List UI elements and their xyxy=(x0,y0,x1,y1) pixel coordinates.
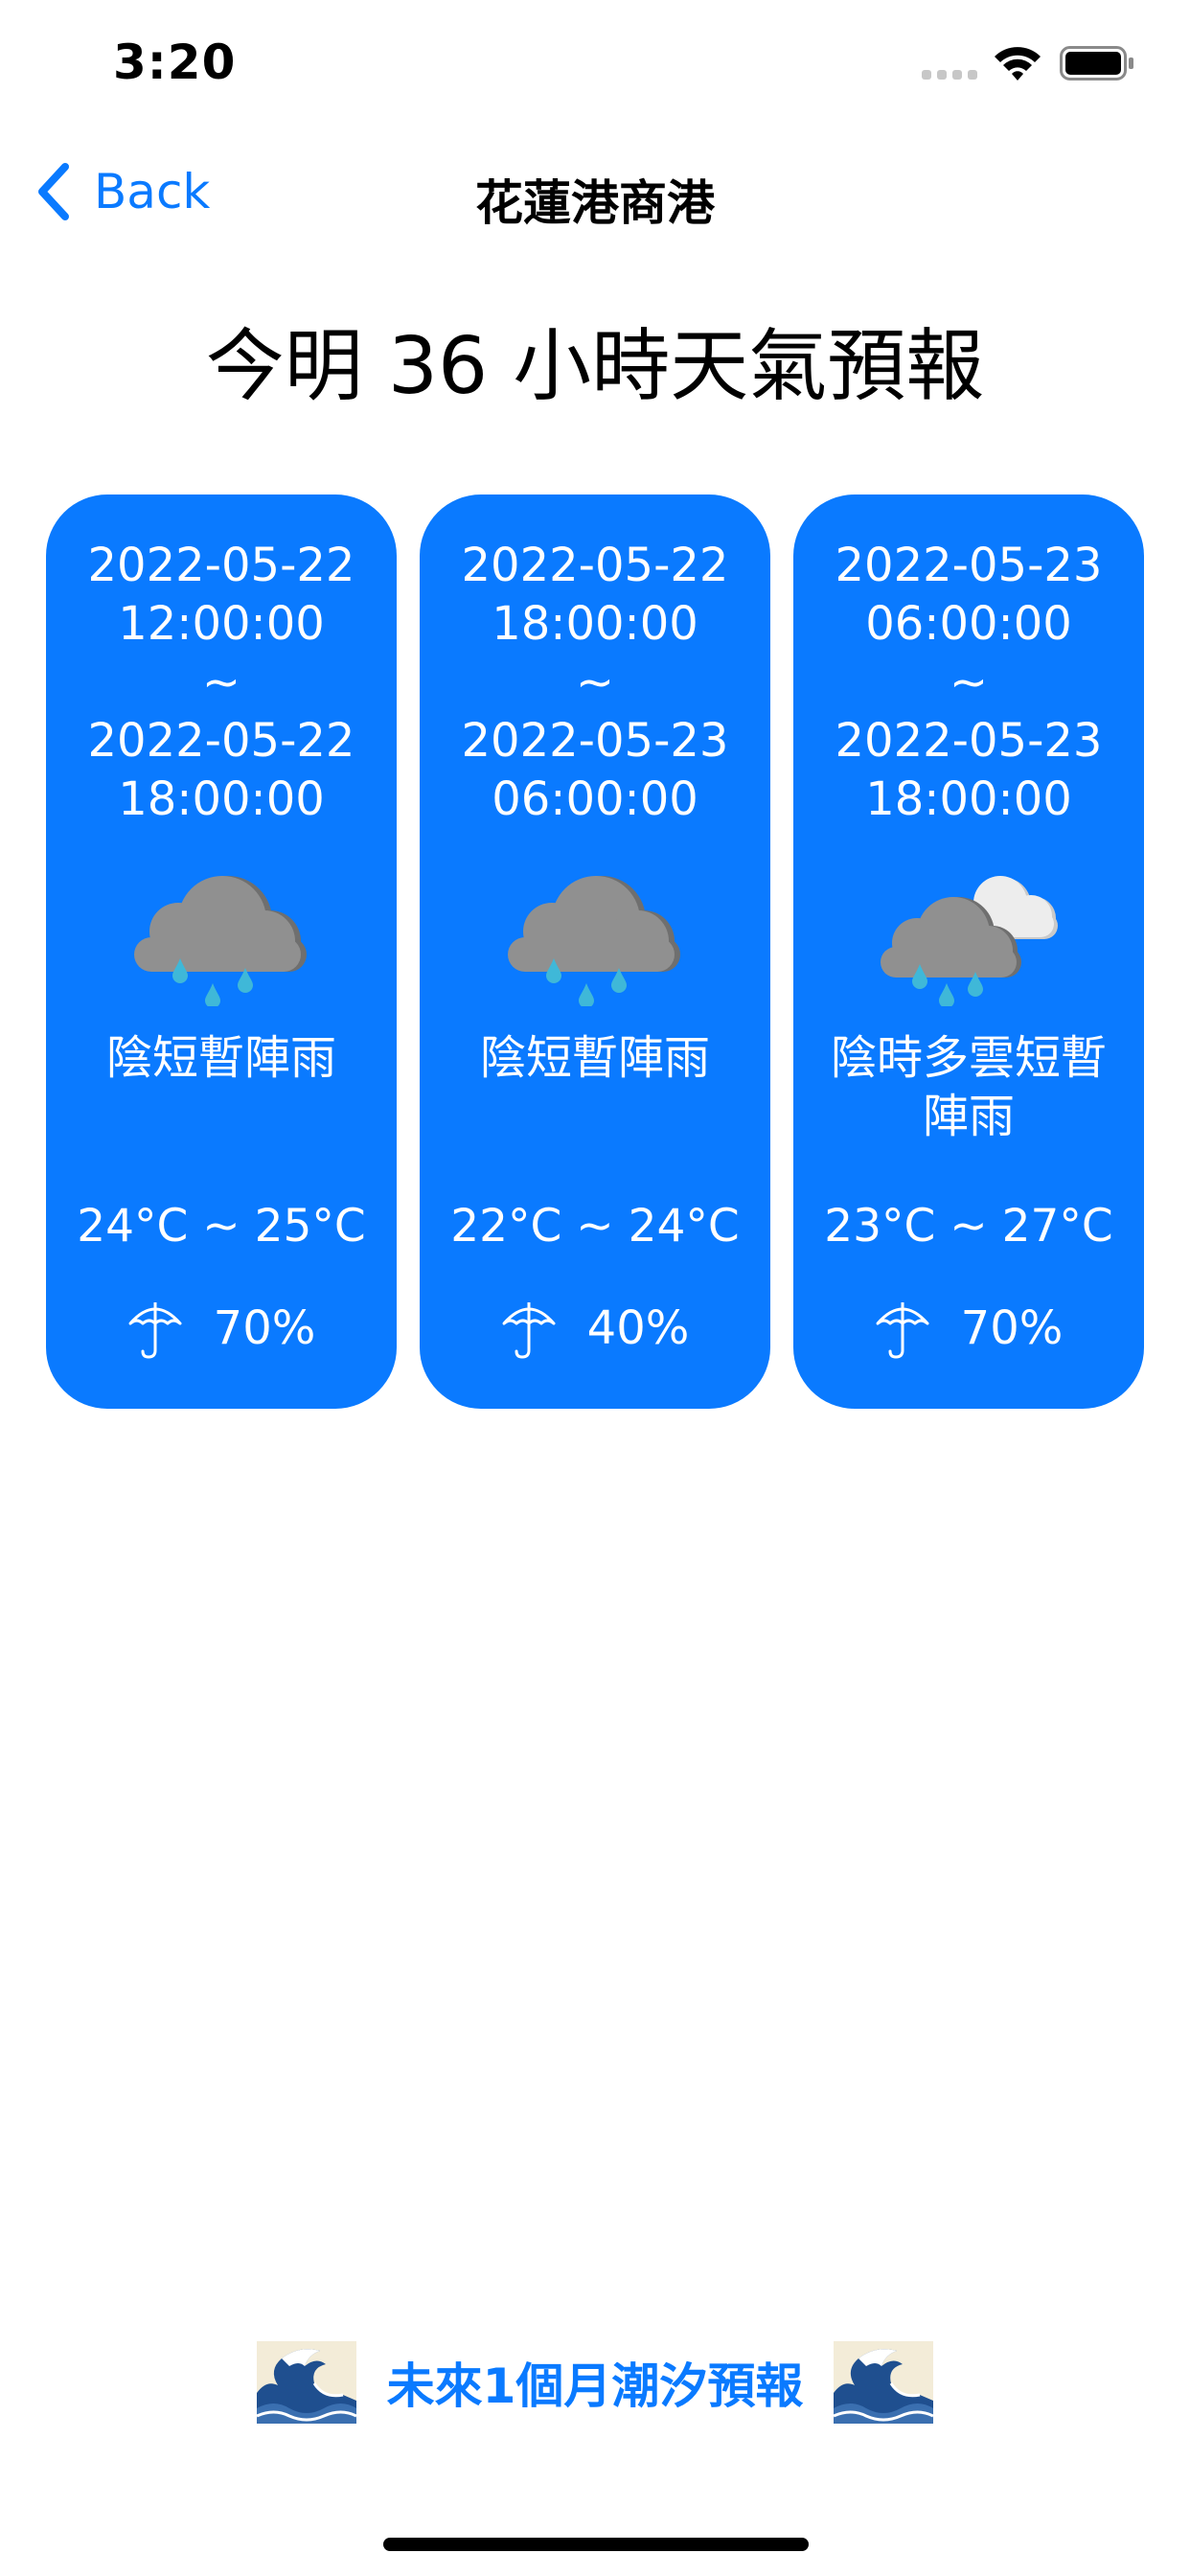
umbrella-icon xyxy=(876,1302,929,1359)
end-time: 06:00:00 xyxy=(492,772,698,826)
status-time: 3:20 xyxy=(113,34,237,90)
cellular-signal-icon xyxy=(922,70,977,80)
rain-cloud-icon xyxy=(508,876,680,1006)
forecast-period: 2022-05-22 18:00:00 ~ 2022-05-23 06:00:0… xyxy=(420,537,770,829)
wave-icon xyxy=(834,2341,934,2424)
battery-icon xyxy=(1060,46,1133,80)
start-date: 2022-05-23 xyxy=(835,539,1103,592)
end-time: 18:00:00 xyxy=(865,772,1072,826)
cloudy-rain-icon xyxy=(881,876,1058,1006)
end-date: 2022-05-23 xyxy=(835,714,1103,768)
rain-probability: 70% xyxy=(793,1290,1144,1367)
page-title: 今明 36 小時天氣預報 xyxy=(205,321,985,412)
umbrella-icon xyxy=(502,1302,556,1359)
weather-description: 陰時多雲短暫陣雨 xyxy=(830,1031,1107,1143)
weather-description: 陰短暫陣雨 xyxy=(105,1031,336,1085)
nav-title: 花蓮港商港 xyxy=(475,175,715,231)
rain-probability-value: 70% xyxy=(960,1301,1064,1355)
wave-icon xyxy=(256,2341,356,2424)
home-indicator[interactable] xyxy=(383,2538,809,2551)
rain-probability-value: 40% xyxy=(586,1301,690,1355)
period-separator: ~ xyxy=(201,656,241,709)
rain-probability: 70% xyxy=(46,1290,397,1367)
start-date: 2022-05-22 xyxy=(87,539,355,592)
period-separator: ~ xyxy=(949,656,989,709)
forecast-period: 2022-05-22 12:00:00 ~ 2022-05-22 18:00:0… xyxy=(46,537,397,829)
wifi-icon xyxy=(995,47,1041,80)
umbrella-icon xyxy=(128,1302,182,1359)
start-time: 18:00:00 xyxy=(492,597,698,651)
end-date: 2022-05-22 xyxy=(87,714,355,768)
period-separator: ~ xyxy=(575,656,615,709)
end-date: 2022-05-23 xyxy=(461,714,729,768)
weather-description: 陰短暫陣雨 xyxy=(479,1031,710,1085)
tide-forecast-button[interactable]: 未來1個月潮汐預報 xyxy=(0,2334,1190,2430)
rain-probability: 40% xyxy=(420,1290,770,1367)
start-date: 2022-05-22 xyxy=(461,539,729,592)
temperature-range: 22°C ~ 24°C xyxy=(450,1200,740,1253)
status-bar: 3:20 xyxy=(0,0,1190,134)
temperature-range: 23°C ~ 27°C xyxy=(824,1200,1113,1253)
start-time: 06:00:00 xyxy=(865,597,1072,651)
forecast-card: 2022-05-23 06:00:00 ~ 2022-05-23 18:00:0… xyxy=(793,494,1144,1409)
forecast-cards: 2022-05-22 12:00:00 ~ 2022-05-22 18:00:0… xyxy=(46,494,1144,1409)
end-time: 18:00:00 xyxy=(118,772,325,826)
tide-forecast-label: 未來1個月潮汐預報 xyxy=(386,2358,804,2414)
temperature-range: 24°C ~ 25°C xyxy=(77,1200,366,1253)
navigation-bar: Back 花蓮港商港 xyxy=(0,144,1190,240)
rain-cloud-icon xyxy=(134,876,307,1006)
forecast-card: 2022-05-22 12:00:00 ~ 2022-05-22 18:00:0… xyxy=(46,494,397,1409)
start-time: 12:00:00 xyxy=(118,597,325,651)
rain-probability-value: 70% xyxy=(213,1301,316,1355)
forecast-card: 2022-05-22 18:00:00 ~ 2022-05-23 06:00:0… xyxy=(420,494,770,1409)
forecast-period: 2022-05-23 06:00:00 ~ 2022-05-23 18:00:0… xyxy=(793,537,1144,829)
